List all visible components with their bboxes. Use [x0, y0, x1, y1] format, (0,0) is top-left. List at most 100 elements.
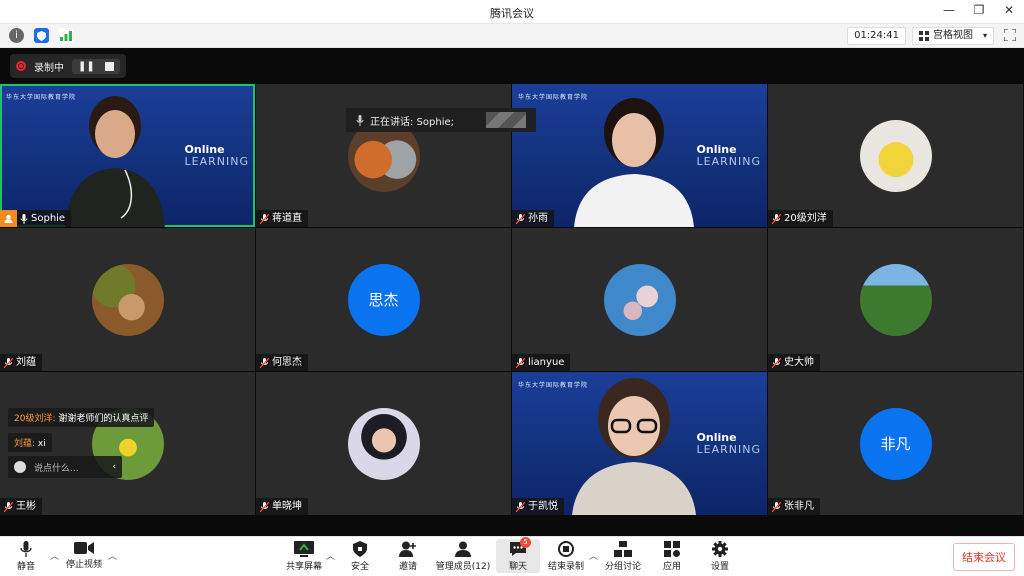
- chat-sender: 20级刘洋:: [14, 414, 56, 424]
- participant-tile[interactable]: lianyue: [512, 228, 767, 371]
- apps-icon: [664, 541, 680, 557]
- chevron-down-icon: ▾: [982, 31, 987, 40]
- microphone-icon: [20, 213, 28, 224]
- participant-text-avatar: 非凡: [859, 407, 932, 480]
- signal-icon[interactable]: [58, 28, 73, 43]
- participant-nameplate: 于凯悦: [512, 498, 564, 515]
- participant-name: 王彬: [16, 501, 36, 512]
- online-learning-logo: Online LEARNING: [696, 431, 761, 456]
- participant-nameplate: lianyue: [512, 354, 571, 371]
- stop-record-icon[interactable]: [104, 61, 114, 71]
- chat-overlay: 20级刘洋: 谢谢老师们的认真点评 刘蕴: xi 说点什么... ‹: [8, 406, 155, 478]
- security-shield-icon: [353, 541, 367, 557]
- recording-bar: 录制中 ❚❚: [10, 54, 126, 78]
- chat-text: xi: [37, 439, 46, 449]
- chat-sender: 刘蕴:: [14, 439, 36, 449]
- record-icon: [16, 61, 26, 71]
- participant-nameplate: 王彬: [0, 498, 42, 515]
- breakout-rooms-button[interactable]: 分组讨论: [601, 541, 645, 572]
- members-icon: [455, 541, 471, 557]
- muted-microphone-icon: [260, 357, 269, 368]
- participant-nameplate: 刘蕴: [0, 354, 42, 371]
- chat-input[interactable]: 说点什么... ‹: [8, 456, 122, 478]
- title-bar: 腾讯会议 — ❐ ✕: [0, 0, 1024, 24]
- muted-microphone-icon: [516, 357, 525, 368]
- participant-avatar: [347, 407, 420, 480]
- stop-video-button[interactable]: 停止视频: [62, 541, 106, 570]
- muted-microphone-icon: [516, 501, 525, 512]
- window-title: 腾讯会议: [490, 7, 534, 20]
- grid-view-button[interactable]: 宫格视图 ▾: [911, 27, 994, 45]
- participant-nameplate: 20级刘洋: [768, 210, 833, 227]
- bottom-toolbar: 静音 ︿ 停止视频 ︿ 共享屏幕 ︿ 安全 邀请 管理成员(12) 5 聊天 结…: [0, 536, 1024, 576]
- microphone-icon: [20, 541, 32, 557]
- end-meeting-button[interactable]: 结束会议: [953, 543, 1015, 571]
- participant-avatar: [91, 263, 164, 336]
- share-screen-button[interactable]: 共享屏幕: [282, 541, 326, 572]
- emoji-icon[interactable]: [14, 461, 26, 473]
- info-icon[interactable]: i: [9, 28, 24, 43]
- stop-recording-icon: [558, 541, 574, 557]
- participant-nameplate: 张非凡: [768, 498, 820, 515]
- video-stage: 录制中 ❚❚ 华东大学国际教育学院 OnlineLEARNING Sophie: [0, 48, 1024, 536]
- chevron-up-icon[interactable]: ︿: [50, 549, 59, 562]
- participant-tile[interactable]: 思杰 何思杰: [256, 228, 511, 371]
- security-button[interactable]: 安全: [338, 541, 382, 572]
- chat-message: 刘蕴: xi: [8, 433, 52, 452]
- participant-name: 何思杰: [272, 357, 302, 368]
- participant-tile[interactable]: 非凡 张非凡: [768, 372, 1023, 515]
- chat-placeholder: 说点什么...: [34, 463, 79, 474]
- window-controls: — ❐ ✕: [942, 3, 1016, 17]
- manage-members-button[interactable]: 管理成员(12): [434, 541, 492, 572]
- participant-video: [572, 378, 697, 515]
- invite-button[interactable]: 邀请: [386, 541, 430, 572]
- online-learning-logo: Online LEARNING: [184, 143, 249, 168]
- muted-microphone-icon: [4, 357, 13, 368]
- end-recording-button[interactable]: 结束录制: [544, 541, 588, 572]
- participant-name: 单晓坤: [272, 501, 302, 512]
- grid-icon: [918, 31, 929, 41]
- participant-tile[interactable]: 20级刘洋: [768, 84, 1023, 227]
- participant-video: [574, 98, 695, 227]
- chat-button[interactable]: 5 聊天: [496, 537, 540, 573]
- participant-name: lianyue: [528, 357, 565, 368]
- participant-text-avatar: 思杰: [347, 263, 420, 336]
- online-learning-logo: Online LEARNING: [696, 143, 761, 168]
- chat-message: 20级刘洋: 谢谢老师们的认真点评: [8, 408, 155, 427]
- info-bar: i 01:24:41 宫格视图 ▾: [0, 24, 1024, 48]
- participant-tile[interactable]: 华东大学国际教育学院 Online LEARNING 孙雨: [512, 84, 767, 227]
- participant-name: Sophie: [31, 213, 66, 224]
- apps-button[interactable]: 应用: [650, 541, 694, 572]
- muted-microphone-icon: [260, 501, 269, 512]
- settings-button[interactable]: 设置: [698, 541, 742, 572]
- share-screen-icon: [294, 541, 314, 557]
- restore-icon[interactable]: ❐: [972, 3, 986, 17]
- minimize-icon[interactable]: —: [942, 3, 956, 17]
- participant-video: [65, 96, 165, 227]
- collapse-chat-icon[interactable]: ‹: [112, 462, 116, 472]
- muted-microphone-icon: [772, 213, 781, 224]
- close-icon[interactable]: ✕: [1002, 3, 1016, 17]
- participant-tile[interactable]: 华东大学国际教育学院 Online LEARNING 于凯悦: [512, 372, 767, 515]
- participant-tile[interactable]: 刘蕴: [0, 228, 255, 371]
- grid-view-label: 宫格视图: [932, 30, 973, 41]
- recording-controls: ❚❚: [72, 58, 120, 74]
- chevron-up-icon[interactable]: ︿: [589, 549, 598, 562]
- participant-tile-sophie[interactable]: 华东大学国际教育学院 Online LEARNING Sophie: [0, 84, 255, 227]
- muted-microphone-icon: [4, 501, 13, 512]
- mute-button[interactable]: 静音: [4, 541, 48, 572]
- shield-icon[interactable]: [34, 28, 49, 43]
- participant-nameplate: 蒋道直: [256, 210, 308, 227]
- participant-name: 张非凡: [784, 501, 814, 512]
- participant-tile[interactable]: 单晓坤: [256, 372, 511, 515]
- chevron-up-icon[interactable]: ︿: [108, 549, 117, 562]
- fullscreen-icon[interactable]: [1003, 28, 1017, 44]
- participant-avatar: [859, 119, 932, 192]
- participant-name: 孙雨: [528, 213, 548, 224]
- muted-microphone-icon: [772, 357, 781, 368]
- speaking-indicator: 正在讲话: Sophie;: [346, 108, 536, 132]
- participant-tile[interactable]: 蒋道直: [256, 84, 511, 227]
- chevron-up-icon[interactable]: ︿: [326, 549, 335, 562]
- participant-tile[interactable]: 史大帅: [768, 228, 1023, 371]
- pause-record-icon[interactable]: ❚❚: [78, 61, 95, 72]
